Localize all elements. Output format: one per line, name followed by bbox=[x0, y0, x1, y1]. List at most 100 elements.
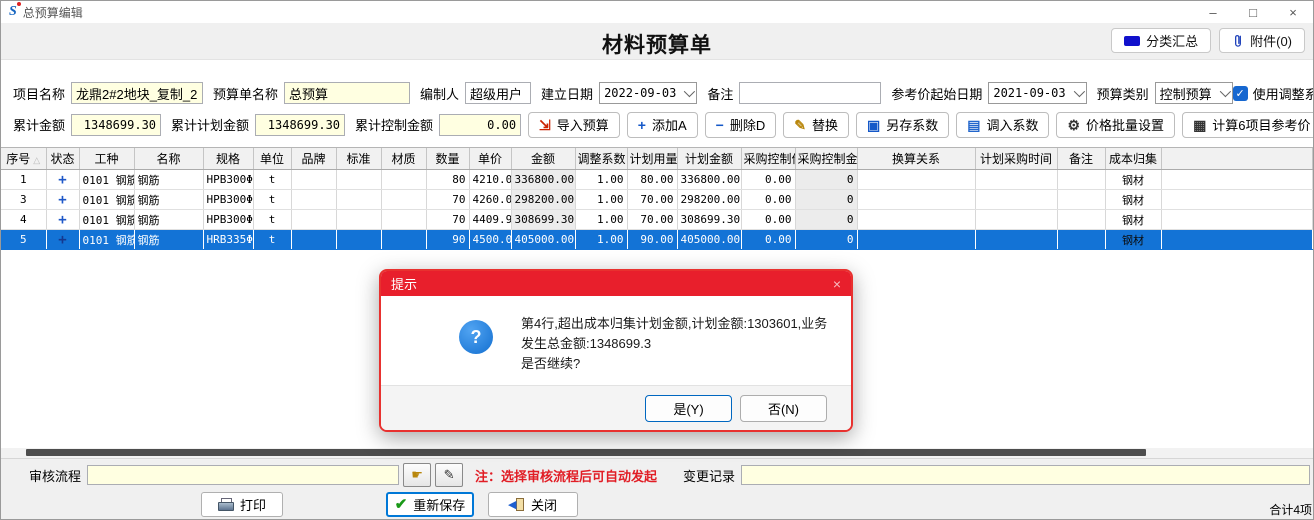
table-row[interactable]: 1+0101 钢筋钢筋HPB300Φt804210.00336800.001.0… bbox=[1, 170, 1313, 190]
no-button[interactable]: 否(N) bbox=[740, 395, 827, 422]
edit-flow-button[interactable]: ✎ bbox=[435, 463, 463, 487]
table-cell[interactable] bbox=[1057, 210, 1105, 230]
table-cell[interactable] bbox=[336, 170, 381, 190]
table-cell[interactable]: 0101 钢筋 bbox=[79, 190, 134, 210]
save-coefficient-button[interactable]: ▣另存系数 bbox=[856, 112, 949, 138]
table-cell[interactable]: 0101 钢筋 bbox=[79, 170, 134, 190]
table-cell[interactable]: 308699.30 bbox=[511, 210, 575, 230]
delete-row-button[interactable]: −删除D bbox=[705, 112, 777, 138]
change-record-input[interactable] bbox=[741, 465, 1310, 485]
table-cell[interactable] bbox=[975, 190, 1057, 210]
print-button[interactable]: 打印 bbox=[201, 492, 283, 517]
table-cell[interactable]: 0 bbox=[795, 230, 857, 250]
table-cell[interactable]: 4 bbox=[1, 210, 46, 230]
table-cell[interactable]: 0101 钢筋 bbox=[79, 210, 134, 230]
table-cell[interactable]: 钢材 bbox=[1105, 210, 1161, 230]
table-cell[interactable]: 298200.00 bbox=[677, 190, 741, 210]
column-header[interactable]: 成本归集 bbox=[1105, 148, 1161, 170]
column-header[interactable]: 单位 bbox=[253, 148, 291, 170]
table-cell[interactable]: 0 bbox=[795, 210, 857, 230]
horizontal-scrollbar[interactable] bbox=[1, 448, 1313, 459]
sheet-name-input[interactable] bbox=[284, 82, 410, 104]
column-header[interactable]: 单价 bbox=[469, 148, 511, 170]
table-cell[interactable]: 4210.00 bbox=[469, 170, 511, 190]
table-cell[interactable]: 钢筋 bbox=[134, 170, 203, 190]
table-cell[interactable]: 70 bbox=[426, 190, 469, 210]
cum-plan-field[interactable] bbox=[255, 114, 345, 136]
table-cell[interactable]: + bbox=[46, 190, 79, 210]
price-batch-button[interactable]: ⚙价格批量设置 bbox=[1056, 112, 1175, 138]
column-header[interactable]: 备注 bbox=[1057, 148, 1105, 170]
table-cell[interactable]: 1.00 bbox=[575, 170, 627, 190]
resave-button[interactable]: ✔ 重新保存 bbox=[386, 492, 474, 517]
maximize-button[interactable]: □ bbox=[1233, 1, 1273, 23]
table-cell[interactable]: + bbox=[46, 170, 79, 190]
table-cell[interactable]: 钢材 bbox=[1105, 170, 1161, 190]
table-cell[interactable]: 90 bbox=[426, 230, 469, 250]
table-cell[interactable] bbox=[857, 210, 975, 230]
table-cell[interactable] bbox=[975, 210, 1057, 230]
calc-reference-button[interactable]: ▦计算6项目参考价 bbox=[1182, 112, 1314, 138]
import-budget-button[interactable]: ⇲导入预算 bbox=[528, 112, 620, 138]
table-cell[interactable]: 308699.30 bbox=[677, 210, 741, 230]
table-cell[interactable]: 70.00 bbox=[627, 190, 677, 210]
table-cell[interactable] bbox=[291, 230, 336, 250]
column-header[interactable]: 标准 bbox=[336, 148, 381, 170]
dialog-close-icon[interactable]: × bbox=[833, 276, 841, 292]
table-cell[interactable]: 336800.00 bbox=[677, 170, 741, 190]
table-cell[interactable]: + bbox=[46, 230, 79, 250]
table-cell[interactable] bbox=[381, 170, 426, 190]
column-header[interactable]: 名称 bbox=[134, 148, 203, 170]
table-cell[interactable]: 3 bbox=[1, 190, 46, 210]
table-cell[interactable] bbox=[291, 170, 336, 190]
table-cell[interactable] bbox=[975, 170, 1057, 190]
table-cell[interactable]: 4500.00 bbox=[469, 230, 511, 250]
table-cell[interactable]: 4260.00 bbox=[469, 190, 511, 210]
table-cell[interactable]: 1.00 bbox=[575, 190, 627, 210]
column-header[interactable]: 调整系数 bbox=[575, 148, 627, 170]
column-header[interactable]: 数量 bbox=[426, 148, 469, 170]
cum-amount-field[interactable] bbox=[71, 114, 161, 136]
table-cell[interactable] bbox=[336, 210, 381, 230]
table-cell[interactable]: t bbox=[253, 190, 291, 210]
table-cell[interactable]: 336800.00 bbox=[511, 170, 575, 190]
table-cell[interactable]: HPB300Φ bbox=[203, 210, 253, 230]
use-adjust-checkbox[interactable]: ✓ 使用调整系数 bbox=[1233, 84, 1314, 103]
table-cell[interactable]: 0.00 bbox=[741, 230, 795, 250]
table-cell[interactable]: HPB300Φ bbox=[203, 190, 253, 210]
cum-control-field[interactable] bbox=[439, 114, 521, 136]
table-cell[interactable]: 钢筋 bbox=[134, 190, 203, 210]
table-cell[interactable] bbox=[291, 190, 336, 210]
table-cell[interactable] bbox=[975, 230, 1057, 250]
budget-type-select[interactable]: 控制预算 bbox=[1155, 82, 1233, 104]
table-row[interactable]: 5+0101 钢筋钢筋HRB335Φt904500.00405000.001.0… bbox=[1, 230, 1313, 250]
table-row[interactable]: 3+0101 钢筋钢筋HPB300Φt 704260.00 298200.00 1.0… bbox=[1, 190, 1313, 210]
table-cell[interactable]: t bbox=[253, 210, 291, 230]
table-cell[interactable]: 0101 钢筋 bbox=[79, 230, 134, 250]
table-cell[interactable]: 0.00 bbox=[741, 210, 795, 230]
project-name-input[interactable] bbox=[71, 82, 203, 104]
column-header[interactable]: 品牌 bbox=[291, 148, 336, 170]
table-cell[interactable]: 1 bbox=[1, 170, 46, 190]
table-cell[interactable] bbox=[381, 210, 426, 230]
table-cell[interactable]: 钢材 bbox=[1105, 230, 1161, 250]
table-cell[interactable]: 70.00 bbox=[627, 210, 677, 230]
table-cell[interactable] bbox=[1057, 230, 1105, 250]
attachment-button[interactable]: 附件(0) bbox=[1219, 28, 1305, 53]
table-cell[interactable]: t bbox=[253, 230, 291, 250]
close-form-button[interactable]: 关闭 bbox=[488, 492, 578, 517]
table-cell[interactable]: 0.00 bbox=[741, 170, 795, 190]
table-cell[interactable] bbox=[857, 170, 975, 190]
select-flow-button[interactable]: ☛ bbox=[403, 463, 431, 487]
add-row-button[interactable]: +添加A bbox=[627, 112, 698, 138]
table-cell[interactable] bbox=[1057, 190, 1105, 210]
column-header[interactable]: 采购控制价 bbox=[741, 148, 795, 170]
column-header[interactable]: 状态 bbox=[46, 148, 79, 170]
table-cell[interactable]: 70 bbox=[426, 210, 469, 230]
column-header[interactable]: 序号△ bbox=[1, 148, 46, 170]
table-cell[interactable]: 钢筋 bbox=[134, 230, 203, 250]
table-cell[interactable] bbox=[381, 190, 426, 210]
column-header[interactable]: 计划采购时间 bbox=[975, 148, 1057, 170]
table-cell[interactable]: 405000.00 bbox=[677, 230, 741, 250]
table-cell[interactable] bbox=[857, 190, 975, 210]
